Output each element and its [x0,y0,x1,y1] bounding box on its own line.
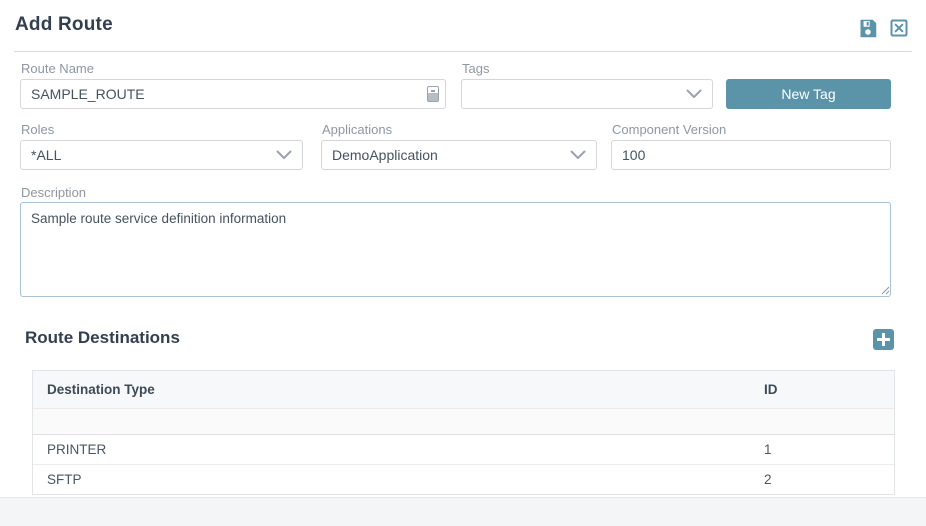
table-row[interactable]: PRINTER 1 [33,434,894,464]
applications-select[interactable]: DemoApplication [321,140,597,170]
bottom-background-strip [0,497,926,526]
description-label: Description [21,185,86,200]
page-title: Add Route [15,14,113,36]
roles-label: Roles [21,122,54,137]
route-destinations-title: Route Destinations [25,328,180,348]
cell-destination-type: SFTP [33,472,764,487]
plus-icon [877,333,890,346]
new-tag-button[interactable]: New Tag [726,79,891,109]
header-actions [856,17,910,39]
table-empty-row [33,408,894,434]
roles-select-value: *ALL [31,147,61,163]
tags-select[interactable] [461,79,713,109]
column-header-destination-type: Destination Type [33,382,764,397]
cell-id: 2 [764,472,894,487]
title-divider [14,51,912,52]
chevron-down-icon [686,89,702,99]
route-name-label: Route Name [21,61,94,76]
save-icon[interactable] [856,17,878,39]
table-row[interactable]: SFTP 2 [33,464,894,494]
route-name-input[interactable] [20,79,446,109]
component-version-label: Component Version [612,122,726,137]
route-name-field [20,79,446,109]
add-route-page: Add Route Route Name Tags New T [0,0,926,526]
tags-label: Tags [462,61,489,76]
add-destination-button[interactable] [873,329,894,350]
table-header-row: Destination Type ID [33,371,894,408]
description-textarea[interactable]: Sample route service definition informat… [20,202,891,297]
column-header-id: ID [764,382,894,397]
applications-label: Applications [322,122,392,137]
applications-select-value: DemoApplication [332,147,438,163]
close-icon[interactable] [888,17,910,39]
cell-destination-type: PRINTER [33,442,764,457]
autofill-icon [427,86,439,102]
component-version-input[interactable] [611,140,891,170]
chevron-down-icon [276,150,292,160]
chevron-down-icon [570,150,586,160]
roles-select[interactable]: *ALL [20,140,303,170]
cell-id: 1 [764,442,894,457]
destinations-table: Destination Type ID PRINTER 1 SFTP 2 [32,370,895,495]
